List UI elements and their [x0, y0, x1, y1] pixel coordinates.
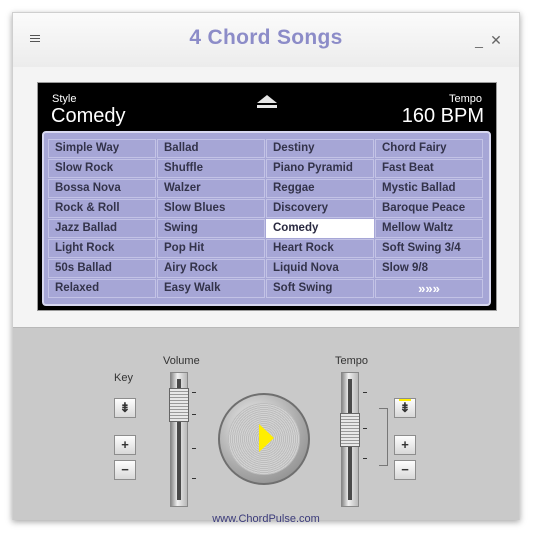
style-cell[interactable]: Light Rock: [48, 239, 156, 258]
play-icon: [259, 424, 274, 452]
style-value: Comedy: [51, 105, 126, 127]
style-cell[interactable]: Slow Rock: [48, 159, 156, 178]
style-cell[interactable]: Rock & Roll: [48, 199, 156, 218]
style-cell[interactable]: Swing: [157, 219, 265, 238]
style-cell[interactable]: Walzer: [157, 179, 265, 198]
style-label: Style: [52, 93, 77, 105]
volume-label: Volume: [163, 355, 200, 367]
style-grid: Simple Way Ballad Destiny Chord Fairy Slow R…: [48, 139, 483, 298]
style-cell[interactable]: Ballad: [157, 139, 265, 158]
style-cell[interactable]: Slow 9/8: [375, 259, 483, 278]
app-title: 4 Chord Songs: [189, 26, 343, 49]
style-cell[interactable]: Relaxed: [48, 279, 156, 298]
style-cell[interactable]: Heart Rock: [266, 239, 374, 258]
style-cell[interactable]: Baroque Peace: [375, 199, 483, 218]
minimize-button[interactable]: _: [472, 33, 486, 47]
key-plus-button[interactable]: +: [114, 435, 136, 455]
tempo-value: 160 BPM: [401, 105, 484, 127]
style-cell[interactable]: Mystic Ballad: [375, 179, 483, 198]
style-cell[interactable]: Fast Beat: [375, 159, 483, 178]
key-minus-button[interactable]: −: [114, 460, 136, 480]
style-cell[interactable]: Shuffle: [157, 159, 265, 178]
volume-slider[interactable]: [169, 372, 189, 507]
close-button[interactable]: ✕: [489, 33, 503, 47]
style-cell[interactable]: Soft Swing: [266, 279, 374, 298]
style-cell[interactable]: 50s Ballad: [48, 259, 156, 278]
control-panel: Key ⇟ + − Volume Tempo ⇟ + − www.ChordPu…: [13, 327, 519, 525]
key-label: Key: [114, 372, 133, 384]
play-button[interactable]: [218, 393, 310, 485]
display-screen: Style Comedy Tempo 160 BPM Simple Way Bal…: [37, 82, 497, 311]
tempo-display-label: Tempo: [448, 93, 482, 105]
more-styles-button[interactable]: »»»: [375, 279, 483, 298]
style-cell[interactable]: Discovery: [266, 199, 374, 218]
website-link[interactable]: www.ChordPulse.com: [13, 513, 519, 525]
style-cell[interactable]: Destiny: [266, 139, 374, 158]
tempo-reset-button[interactable]: ⇟: [394, 398, 416, 418]
style-cell[interactable]: Reggae: [266, 179, 374, 198]
style-cell[interactable]: Piano Pyramid: [266, 159, 374, 178]
key-reset-button[interactable]: ⇟: [114, 398, 136, 418]
style-cell[interactable]: Soft Swing 3/4: [375, 239, 483, 258]
style-cell[interactable]: Chord Fairy: [375, 139, 483, 158]
tempo-slider[interactable]: [340, 372, 360, 507]
title-bar: 4 Chord Songs _ ✕: [13, 13, 519, 67]
volume-slider-thumb[interactable]: [169, 388, 189, 422]
style-cell[interactable]: Jazz Ballad: [48, 219, 156, 238]
style-cell[interactable]: Liquid Nova: [266, 259, 374, 278]
tempo-slider-thumb[interactable]: [340, 413, 360, 447]
app-window: 4 Chord Songs _ ✕ Style Comedy Tempo 160…: [12, 12, 520, 525]
tempo-plus-button[interactable]: +: [394, 435, 416, 455]
style-cell[interactable]: Mellow Waltz: [375, 219, 483, 238]
tempo-label: Tempo: [335, 355, 369, 367]
style-cell[interactable]: Airy Rock: [157, 259, 265, 278]
tempo-minus-button[interactable]: −: [394, 460, 416, 480]
style-cell[interactable]: Comedy: [266, 219, 374, 238]
style-cell[interactable]: Simple Way: [48, 139, 156, 158]
eject-icon[interactable]: [256, 95, 278, 111]
style-cell[interactable]: Easy Walk: [157, 279, 265, 298]
style-cell[interactable]: Bossa Nova: [48, 179, 156, 198]
style-cell[interactable]: Pop Hit: [157, 239, 265, 258]
tempo-reset-indicator: [399, 399, 411, 401]
style-cell[interactable]: Slow Blues: [157, 199, 265, 218]
tempo-bracket: [379, 408, 388, 466]
style-grid-panel: Simple Way Ballad Destiny Chord Fairy Slow R…: [42, 131, 491, 306]
